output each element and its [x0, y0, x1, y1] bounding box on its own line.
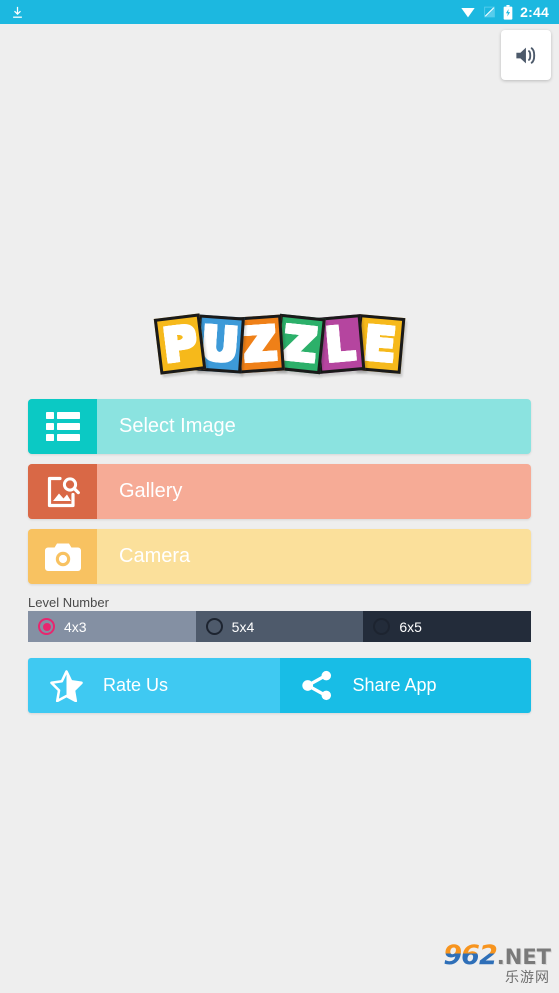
half-star-icon — [50, 669, 83, 702]
rate-us-button[interactable]: Rate Us — [28, 658, 280, 713]
select-image-label: Select Image — [119, 415, 236, 437]
level-option-6x5[interactable]: 6x5 — [363, 611, 532, 642]
site-watermark: 962 .NET 乐游网 — [442, 941, 551, 985]
download-icon — [13, 6, 22, 18]
list-icon — [45, 412, 80, 441]
camera-button[interactable]: Camera — [28, 529, 531, 584]
wifi-icon — [461, 8, 475, 18]
sound-toggle-button[interactable] — [501, 30, 551, 80]
app-root: 2:44 P U Z Z L E Select Image Gallery Ca… — [0, 0, 559, 993]
share-icon — [301, 670, 331, 701]
level-option-5x4[interactable]: 5x4 — [195, 611, 364, 642]
share-app-label: Share App — [352, 675, 437, 695]
volume-up-icon — [515, 46, 535, 64]
camera-label: Camera — [119, 545, 191, 567]
bottom-action-row: Rate Us Share App — [28, 658, 531, 713]
level-option-label: 4x3 — [64, 618, 87, 635]
camera-icon-block — [28, 529, 97, 584]
watermark-primary: 962 — [443, 939, 497, 971]
watermark-suffix: .NET — [496, 944, 551, 969]
level-option-label: 5x4 — [231, 618, 255, 635]
signal-icon — [484, 6, 496, 18]
level-option-4x3[interactable]: 4x3 — [28, 611, 196, 642]
gallery-button[interactable]: Gallery — [28, 464, 531, 519]
gallery-icon-block — [28, 464, 97, 519]
status-bar-right: 2:44 — [460, 4, 549, 20]
level-number-selector: 4x3 5x4 6x5 — [28, 611, 532, 642]
select-image-button[interactable]: Select Image — [28, 399, 531, 454]
radio-unselected-icon — [373, 618, 391, 635]
gallery-label: Gallery — [119, 480, 183, 502]
rate-us-label: Rate Us — [103, 675, 169, 695]
battery-charging-icon — [503, 4, 513, 20]
status-bar-left — [10, 5, 25, 20]
radio-unselected-icon — [205, 618, 223, 635]
status-bar-clock: 2:44 — [520, 4, 549, 20]
watermark-subtitle: 乐游网 — [505, 969, 550, 986]
logo-letter-tile: P — [153, 313, 206, 375]
logo-letter: P — [159, 315, 200, 373]
image-search-icon — [47, 476, 80, 507]
app-logo: P U Z Z L E — [0, 298, 559, 390]
level-option-label: 6x5 — [399, 618, 422, 635]
camera-icon — [44, 543, 81, 571]
select-image-icon-block — [28, 399, 97, 454]
radio-selected-icon — [38, 618, 55, 635]
watermark-top-row: 962 .NET — [443, 942, 551, 969]
status-bar: 2:44 — [0, 0, 559, 24]
logo-letters: P U Z Z L E — [153, 313, 405, 375]
share-app-button[interactable]: Share App — [279, 658, 531, 713]
level-number-label: Level Number — [28, 595, 109, 610]
